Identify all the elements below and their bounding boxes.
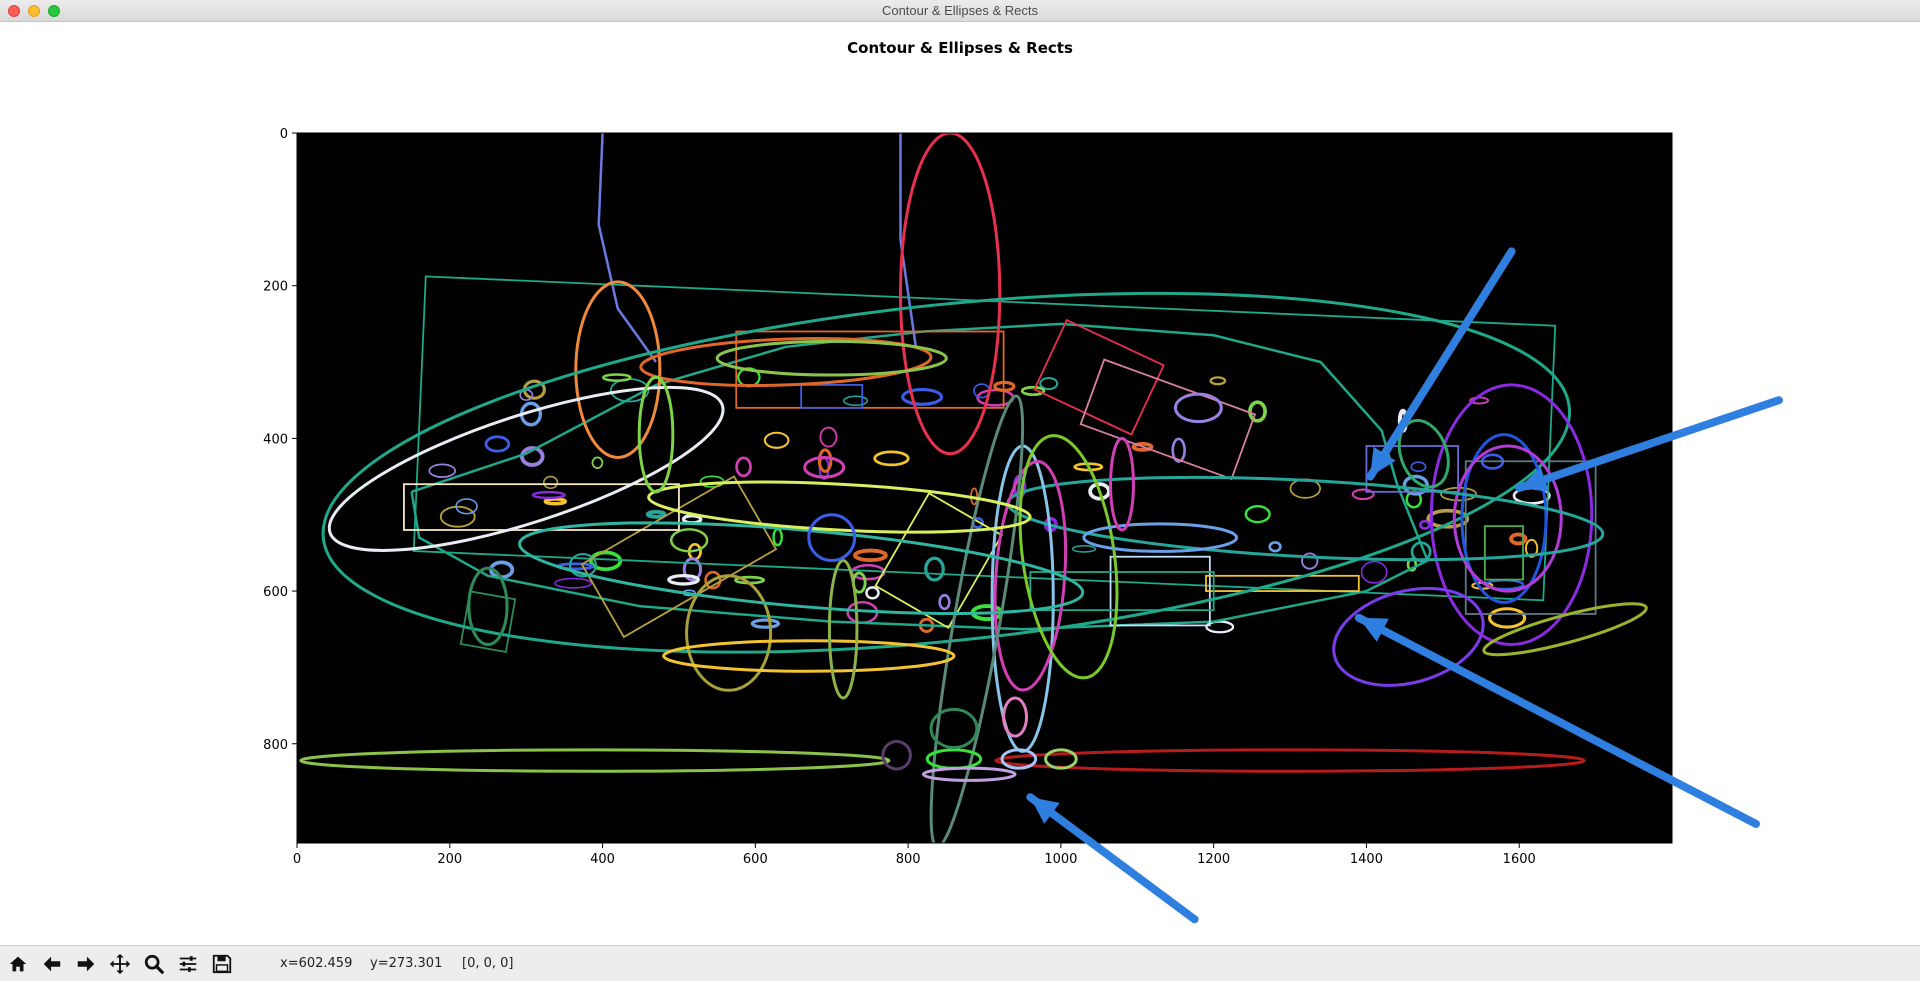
move-icon xyxy=(109,953,131,975)
y-tick-label: 400 xyxy=(263,432,288,447)
zoom-button[interactable] xyxy=(140,951,168,977)
arrow-left-icon xyxy=(43,956,61,972)
pan-button[interactable] xyxy=(106,951,134,977)
y-tick-label: 600 xyxy=(263,585,288,600)
y-tick-label: 200 xyxy=(263,280,288,295)
window-title: Contour & Ellipses & Rects xyxy=(881,3,1039,18)
x-tick-label: 1000 xyxy=(1044,852,1077,867)
y-tick-label: 0 xyxy=(280,127,288,142)
figure-title: Contour & Ellipses & Rects xyxy=(847,39,1073,57)
x-tick-label: 800 xyxy=(896,852,921,867)
cursor-x-readout: x=602.459 xyxy=(280,956,353,971)
floppy-icon xyxy=(212,954,232,974)
sliders-icon xyxy=(179,956,197,972)
forward-button[interactable] xyxy=(72,951,100,977)
configure-button[interactable] xyxy=(174,951,202,977)
magnifier-icon xyxy=(144,954,164,974)
app-window: Contour & Ellipses & Rects 0 200 400 600 800… xyxy=(0,0,1920,981)
y-tick-label: 800 xyxy=(263,738,288,753)
cursor-y-readout: y=273.301 xyxy=(370,956,443,971)
navigation-toolbar: x=602.459 y=273.301 [0, 0, 0] xyxy=(0,945,1920,981)
figure-canvas[interactable]: 0 200 400 600 800 1000 1200 1400 1600 0 200 400 600 8… xyxy=(0,23,1920,945)
home-icon xyxy=(9,956,27,972)
x-tick-label: 400 xyxy=(590,852,615,867)
x-tick-label: 1600 xyxy=(1503,852,1536,867)
x-tick-label: 600 xyxy=(743,852,768,867)
home-button[interactable] xyxy=(4,951,32,977)
save-button[interactable] xyxy=(208,951,236,977)
title-bar: Contour & Ellipses & Rects xyxy=(0,0,1920,22)
pixel-value-readout: [0, 0, 0] xyxy=(462,956,514,971)
x-tick-label: 0 xyxy=(293,852,301,867)
x-tick-label: 200 xyxy=(437,852,462,867)
x-tick-label: 1400 xyxy=(1350,852,1383,867)
arrow-right-icon xyxy=(77,956,95,972)
plot-svg[interactable]: 0 200 400 600 800 1000 1200 1400 1600 0 200 400 600 8… xyxy=(0,23,1920,945)
back-button[interactable] xyxy=(38,951,66,977)
x-tick-label: 1200 xyxy=(1197,852,1230,867)
